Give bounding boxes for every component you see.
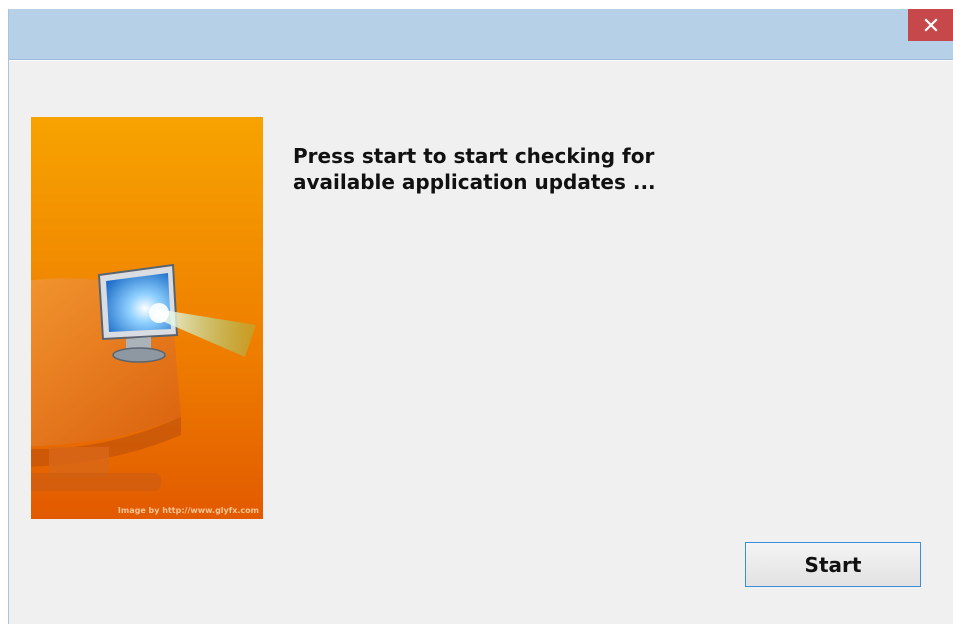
title-bar[interactable]: [9, 9, 953, 60]
close-icon: [924, 18, 938, 32]
status-message-line-1: Press start to start checking for: [293, 144, 655, 168]
start-button[interactable]: Start: [745, 542, 921, 587]
monitor-update-icon: [31, 117, 263, 519]
status-message-line-2: available application updates ...: [293, 170, 656, 194]
dialog-body: Image by http://www.glyfx.com Press star…: [9, 60, 953, 624]
side-banner-image: Image by http://www.glyfx.com: [31, 117, 263, 519]
status-message: Press start to start checking for availa…: [293, 143, 853, 195]
close-button[interactable]: [908, 9, 953, 41]
image-credit: Image by http://www.glyfx.com: [117, 506, 259, 515]
updater-window: Image by http://www.glyfx.com Press star…: [8, 9, 953, 624]
